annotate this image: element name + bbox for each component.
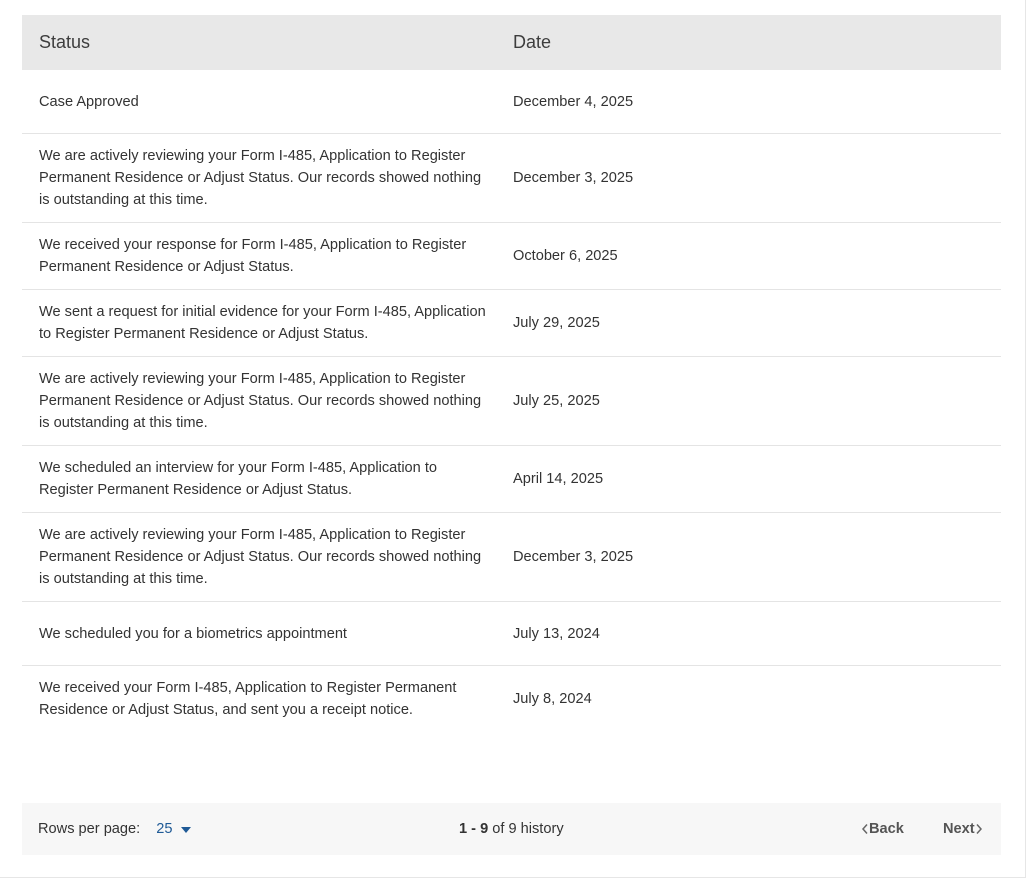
chevron-down-icon: [181, 826, 192, 833]
table-row: We are actively reviewing your Form I-48…: [22, 356, 1001, 446]
pagination-range: 1 - 9 of 9 history: [459, 803, 564, 855]
table-row: We are actively reviewing your Form I-48…: [22, 133, 1001, 223]
status-cell: We received your Form I-485, Application…: [39, 680, 457, 718]
rows-per-page: Rows per page: 25: [38, 803, 192, 855]
next-button[interactable]: Next: [943, 803, 983, 855]
rows-per-page-select[interactable]: 25: [156, 821, 192, 837]
date-cell: December 3, 2025: [511, 133, 1001, 223]
status-cell: We received your response for Form I-485…: [22, 222, 511, 290]
date-cell: July 13, 2024: [511, 601, 1001, 666]
back-button[interactable]: Back: [861, 803, 904, 855]
range-total: of 9 history: [488, 821, 564, 837]
table-row: We sent a request for initial evidence f…: [22, 289, 1001, 357]
back-label: Back: [869, 821, 904, 837]
table-row: We received your Form I-485, Application…: [22, 665, 1001, 732]
status-cell: We scheduled an interview for your Form …: [22, 445, 511, 513]
next-label: Next: [943, 821, 975, 837]
table-row: Case Approved December 4, 2025: [22, 70, 1001, 134]
date-cell: July 25, 2025: [511, 356, 1001, 446]
date-cell: December 3, 2025: [511, 512, 1001, 602]
date-cell: April 14, 2025: [511, 445, 1001, 513]
history-table: Status Date Case Approved December 4, 20…: [22, 15, 1001, 732]
status-cell: We scheduled you for a biometrics appoin…: [22, 601, 511, 666]
date-cell: July 8, 2024: [513, 691, 592, 707]
status-cell: We are actively reviewing your Form I-48…: [22, 356, 511, 446]
status-cell: We sent a request for initial evidence f…: [22, 289, 511, 357]
pagination-bar: Rows per page: 25 1 - 9 of 9 history Bac…: [22, 803, 1001, 855]
rows-per-page-value: 25: [156, 821, 173, 837]
status-cell: Case Approved: [22, 70, 511, 134]
history-table-body: Case Approved December 4, 2025 We are ac…: [22, 70, 1001, 732]
table-header-row: Status Date: [22, 15, 1001, 70]
status-column-header[interactable]: Status: [22, 15, 511, 70]
table-row: We are actively reviewing your Form I-48…: [22, 512, 1001, 602]
status-cell: We are actively reviewing your Form I-48…: [22, 133, 511, 223]
date-cell: December 4, 2025: [511, 70, 1001, 134]
table-row: We received your response for Form I-485…: [22, 222, 1001, 290]
status-cell: We are actively reviewing your Form I-48…: [22, 512, 511, 602]
rows-per-page-label: Rows per page:: [38, 821, 141, 837]
chevron-right-icon: [975, 823, 983, 835]
date-cell: July 29, 2025: [511, 289, 1001, 357]
case-history: Status Date Case Approved December 4, 20…: [22, 15, 1001, 732]
range-numbers: 1 - 9: [459, 821, 489, 837]
table-row: We scheduled you for a biometrics appoin…: [22, 601, 1001, 666]
table-row: We scheduled an interview for your Form …: [22, 445, 1001, 513]
chevron-left-icon: [861, 823, 869, 835]
date-cell: October 6, 2025: [511, 222, 1001, 290]
date-column-header[interactable]: Date: [511, 15, 1001, 70]
